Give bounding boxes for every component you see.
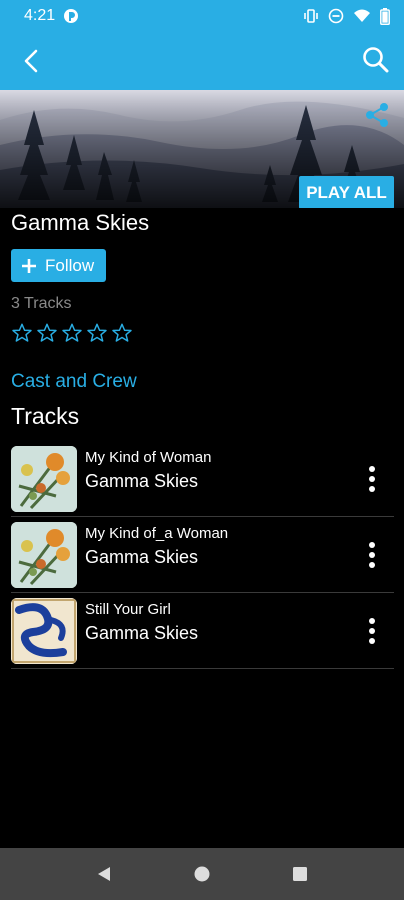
status-bar: 4:21 [0,0,404,32]
track-title: Still Your Girl [85,601,171,618]
ribbon-artwork [11,598,77,664]
battery-icon [380,7,390,25]
home-nav-icon[interactable] [193,865,211,883]
cast-and-crew-link[interactable]: Cast and Crew [11,371,137,393]
star-icon[interactable] [111,322,133,344]
system-nav-bar [0,848,404,900]
track-row[interactable]: My Kind of_a Woman Gamma Skies [11,517,394,593]
album-art-thumbnail [11,522,77,588]
more-options-icon[interactable] [368,617,376,645]
dnd-icon [328,8,344,24]
tracks-heading: Tracks [11,403,80,429]
search-icon[interactable] [360,44,392,76]
wifi-icon [354,9,370,22]
track-row[interactable]: Still Your Girl Gamma Skies [11,593,394,669]
track-count: 3 Tracks [11,295,72,312]
track-list: My Kind of Woman Gamma Skies My Kind of_… [11,441,394,669]
status-time: 4:21 [24,7,56,24]
follow-button[interactable]: Follow [11,249,106,282]
artist-name: Gamma Skies [11,210,150,235]
status-icons [303,7,390,25]
rating-stars[interactable] [11,322,133,344]
play-all-button[interactable]: PLAY ALL [299,176,394,208]
back-arrow-icon[interactable] [18,46,46,76]
track-title: My Kind of Woman [85,449,212,466]
star-icon[interactable] [11,322,33,344]
artist-hero-image: PLAY ALL [0,90,404,208]
follow-label: Follow [45,255,95,275]
more-options-icon[interactable] [368,465,376,493]
track-artist: Gamma Skies [85,623,199,643]
track-title: My Kind of_a Woman [85,525,229,542]
more-options-icon[interactable] [368,541,376,569]
plus-icon [22,258,36,273]
back-nav-icon[interactable] [95,865,113,883]
track-artist: Gamma Skies [85,471,199,491]
vibrate-icon [304,9,318,23]
track-row[interactable]: My Kind of Woman Gamma Skies [11,441,394,517]
flowers-artwork [11,522,77,588]
star-icon[interactable] [61,322,83,344]
share-icon[interactable] [362,100,392,130]
star-icon[interactable] [86,322,108,344]
album-art-thumbnail [11,598,77,664]
recents-nav-icon[interactable] [291,865,309,883]
track-artist: Gamma Skies [85,547,199,567]
star-icon[interactable] [36,322,58,344]
notification-icon [64,9,79,23]
flowers-artwork [11,446,77,512]
app-bar [0,32,404,90]
album-art-thumbnail [11,446,77,512]
